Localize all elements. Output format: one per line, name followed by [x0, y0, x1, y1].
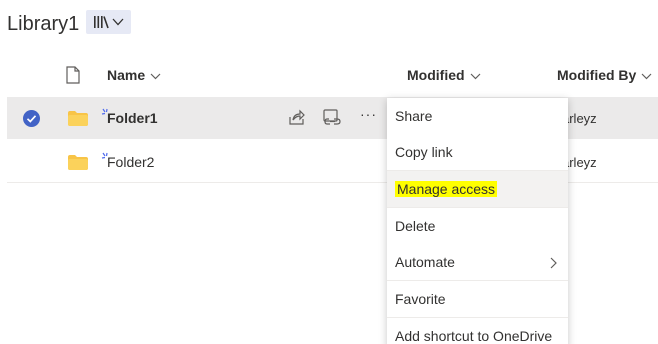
- column-header-modified-label: Modified: [407, 67, 465, 83]
- menu-item-label: Manage access: [395, 181, 498, 197]
- column-header-modified-by[interactable]: Modified By: [557, 67, 652, 83]
- chevron-down-icon: [112, 18, 124, 26]
- chevron-down-icon: [641, 67, 652, 83]
- menu-item-delete[interactable]: Delete: [387, 208, 568, 244]
- column-header-modified[interactable]: Modified: [407, 67, 481, 83]
- document-icon[interactable]: [66, 66, 80, 89]
- menu-item-label: Delete: [395, 218, 436, 234]
- item-name-link[interactable]: Folder1: [107, 110, 158, 126]
- menu-item-share[interactable]: Share: [387, 98, 568, 134]
- view-switcher-button[interactable]: [86, 10, 131, 34]
- context-menu: Share Copy link Manage access Delete Aut…: [387, 98, 568, 344]
- more-actions-button[interactable]: ···: [360, 106, 377, 122]
- menu-item-add-shortcut-to-onedrive[interactable]: Add shortcut to OneDrive: [387, 318, 568, 344]
- library-title: Library1: [7, 13, 80, 35]
- menu-item-label: Share: [395, 108, 433, 124]
- column-header-name-label: Name: [107, 67, 146, 83]
- menu-item-manage-access[interactable]: Manage access: [387, 171, 568, 207]
- library-view-icon: [93, 15, 109, 29]
- item-name-link[interactable]: Folder2: [107, 154, 154, 170]
- menu-item-favorite[interactable]: Favorite: [387, 281, 568, 317]
- chevron-right-icon: [550, 256, 557, 272]
- menu-item-label: Add shortcut to OneDrive: [395, 328, 553, 344]
- menu-item-label: Copy link: [395, 144, 453, 160]
- folder-icon: [68, 111, 88, 131]
- column-header-name[interactable]: Name: [107, 67, 161, 83]
- chevron-down-icon: [470, 67, 481, 83]
- menu-item-label: Favorite: [395, 291, 446, 307]
- folder-icon: [68, 155, 88, 175]
- column-header-modified-by-label: Modified By: [557, 67, 637, 83]
- share-icon[interactable]: [288, 109, 305, 131]
- menu-item-automate[interactable]: Automate: [387, 244, 568, 280]
- menu-item-copy-link[interactable]: Copy link: [387, 134, 568, 170]
- menu-item-label: Automate: [395, 254, 455, 270]
- row-checkmark-icon[interactable]: [23, 110, 40, 127]
- chevron-down-icon: [150, 67, 161, 83]
- copy-link-icon[interactable]: [323, 109, 342, 131]
